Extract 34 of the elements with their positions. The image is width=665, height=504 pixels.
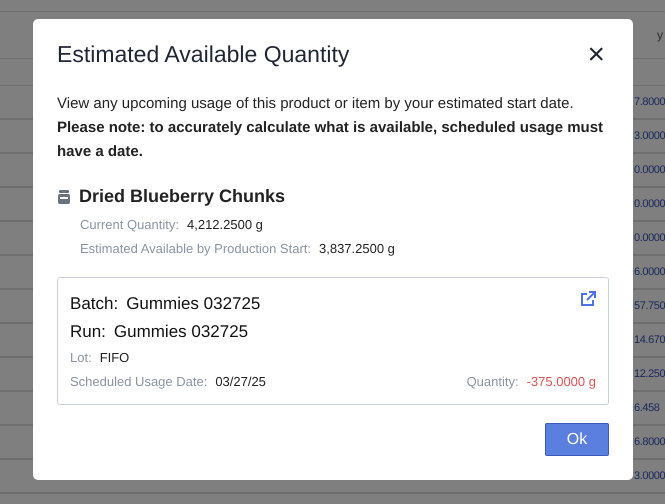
table-cell: 6.0000 <box>634 266 665 278</box>
detail-label: Current Quantity: <box>80 216 179 234</box>
quantity-label: Quantity: <box>466 373 519 391</box>
dialog-title: Estimated Available Quantity <box>57 41 350 68</box>
table-cell: 57.750 <box>634 300 665 312</box>
jar-icon <box>57 190 71 204</box>
lot-label: Lot: <box>70 349 92 367</box>
table-cell: 6.8000 <box>634 436 665 448</box>
column-header: y <box>657 28 663 42</box>
table-cell: 0.0000 <box>634 198 665 210</box>
run-value: Gummies 032725 <box>114 321 248 343</box>
table-cell: 3.0000 <box>634 470 665 482</box>
date-value: 03/27/25 <box>215 373 266 391</box>
close-button[interactable]: × <box>583 42 609 68</box>
table-cell: 0.0000 <box>634 232 665 244</box>
batch-label: Batch: <box>70 293 118 315</box>
date-label: Scheduled Usage Date: <box>70 373 208 391</box>
table-cell: 6.458 <box>634 402 660 414</box>
table-cell: 12.250 <box>634 368 665 380</box>
detail-value: 3,837.2500 g <box>319 240 395 258</box>
external-link-icon[interactable] <box>580 291 596 307</box>
run-label: Run: <box>70 321 106 343</box>
table-cell: 14.670 <box>634 334 665 346</box>
table-cell: 7.8000 <box>634 96 665 108</box>
lot-value: FIFO <box>100 349 130 367</box>
table-cell: 0.0000 <box>634 164 665 176</box>
detail-label: Estimated Available by Production Start: <box>80 240 311 258</box>
description: View any upcoming usage of this product or item by your estimated start date. Please note: to accurately calculate what is available, scheduled usage must have a date. <box>57 94 604 162</box>
ok-button[interactable]: Ok <box>545 423 609 456</box>
product-name: Dried Blueberry Chunks <box>79 186 286 207</box>
detail-value: 4,212.2500 g <box>187 216 263 234</box>
table-cell: 3.0000 <box>634 130 665 142</box>
quantity-value: -375.0000 g <box>526 373 596 391</box>
batch-value: Gummies 032725 <box>126 293 260 315</box>
